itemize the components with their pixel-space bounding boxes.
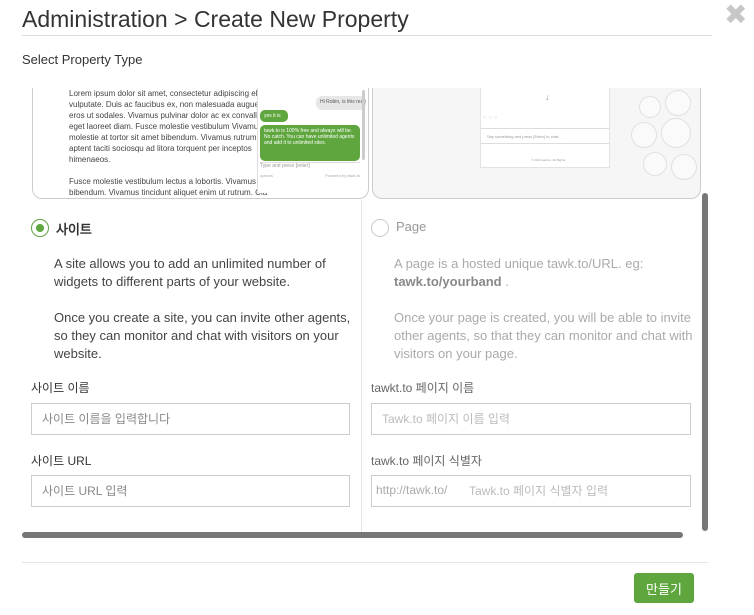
site-desc-paragraph-2: Once you create a site, you can invite o…	[54, 310, 351, 361]
page-name-label: tawkt.to 페이지 이름	[371, 381, 475, 395]
chat-agent-bubble-2: tawk.to is 100% free and always will be.…	[260, 125, 360, 161]
site-name-input[interactable]	[31, 403, 350, 435]
circle-shape	[661, 118, 691, 148]
chat-footer-options: options	[260, 173, 273, 178]
page-desc-text: A page is a hosted unique tawk.to/URL. e…	[394, 256, 644, 271]
site-preview-image[interactable]: Lorem ipsum dolor sit amet, consectetur …	[32, 88, 369, 199]
chat-footer-preview: options Powered by tawk.to	[260, 173, 360, 178]
dots-icon: ○ ○ ○	[483, 115, 498, 121]
circle-shape	[639, 96, 661, 118]
site-desc-paragraph-1: A site allows you to add an unlimited nu…	[54, 256, 326, 289]
page-type-radio[interactable]	[371, 219, 389, 237]
page-title: Administration > Create New Property	[22, 6, 409, 32]
close-icon[interactable]: ✖	[724, 1, 747, 29]
page-id-label: tawk.to 페이지 식별자	[371, 454, 482, 468]
column-divider	[361, 200, 362, 532]
footer-divider	[22, 562, 708, 563]
preview-chat-widget: Hi Robin, is this really free? yes it is…	[257, 88, 367, 193]
site-url-input[interactable]	[31, 475, 350, 507]
circle-shape	[643, 152, 667, 176]
site-name-label: 사이트 이름	[31, 381, 90, 395]
page-desc-paragraph-2: Once your page is created, you will be a…	[394, 310, 693, 361]
page-desc-period: .	[505, 274, 509, 289]
site-type-radio[interactable]	[31, 219, 49, 237]
page-description: A page is a hosted unique tawk.to/URL. e…	[394, 255, 694, 381]
preview-lorem-text-2: Fusce molestie vestibulum lectus a lobor…	[69, 177, 268, 197]
site-description: A site allows you to add an unlimited nu…	[54, 255, 354, 381]
page-name-input[interactable]	[371, 403, 691, 435]
circle-shape	[665, 90, 691, 116]
chat-visitor-bubble: Hi Robin, is this really free?	[316, 96, 366, 110]
page-desc-example: tawk.to/yourband	[394, 274, 502, 289]
modal-header: Administration > Create New Property	[22, 0, 712, 36]
page-url-prefix: http://tawk.to/	[376, 483, 448, 497]
page-preview-input: Say something and press [Enter] to chat.…	[481, 128, 609, 144]
horizontal-scrollbar[interactable]	[22, 532, 683, 538]
page-type-label[interactable]: Page	[396, 219, 426, 234]
create-button[interactable]: 만들기	[634, 573, 694, 603]
circle-shape	[631, 122, 657, 148]
chat-scrollbar	[362, 90, 365, 160]
section-subtitle: Select Property Type	[22, 52, 143, 67]
arrow-down-icon: ↓	[545, 92, 550, 102]
preview-lorem-text: Lorem ipsum dolor sit amet, consectetur …	[69, 89, 288, 164]
page-desc-paragraph-1: A page is a hosted unique tawk.to/URL. e…	[394, 255, 694, 291]
page-preview-image[interactable]: ↓ ○ ○ ○ Say something and press [Enter] …	[372, 88, 701, 199]
decorative-circles	[629, 88, 699, 198]
chat-input-preview: Type and press [enter]	[260, 162, 360, 170]
site-type-label[interactable]: 사이트	[56, 219, 92, 238]
site-url-label: 사이트 URL	[31, 454, 92, 468]
page-preview-footer: © 2014 tawk.to. All Rights	[531, 158, 566, 162]
vertical-scrollbar[interactable]	[702, 193, 708, 531]
chat-footer-powered: Powered by tawk.to	[325, 173, 360, 178]
circle-shape	[671, 154, 697, 180]
chat-agent-bubble: yes it is	[260, 110, 288, 122]
page-preview-panel: ↓ ○ ○ ○ Say something and press [Enter] …	[480, 88, 610, 168]
